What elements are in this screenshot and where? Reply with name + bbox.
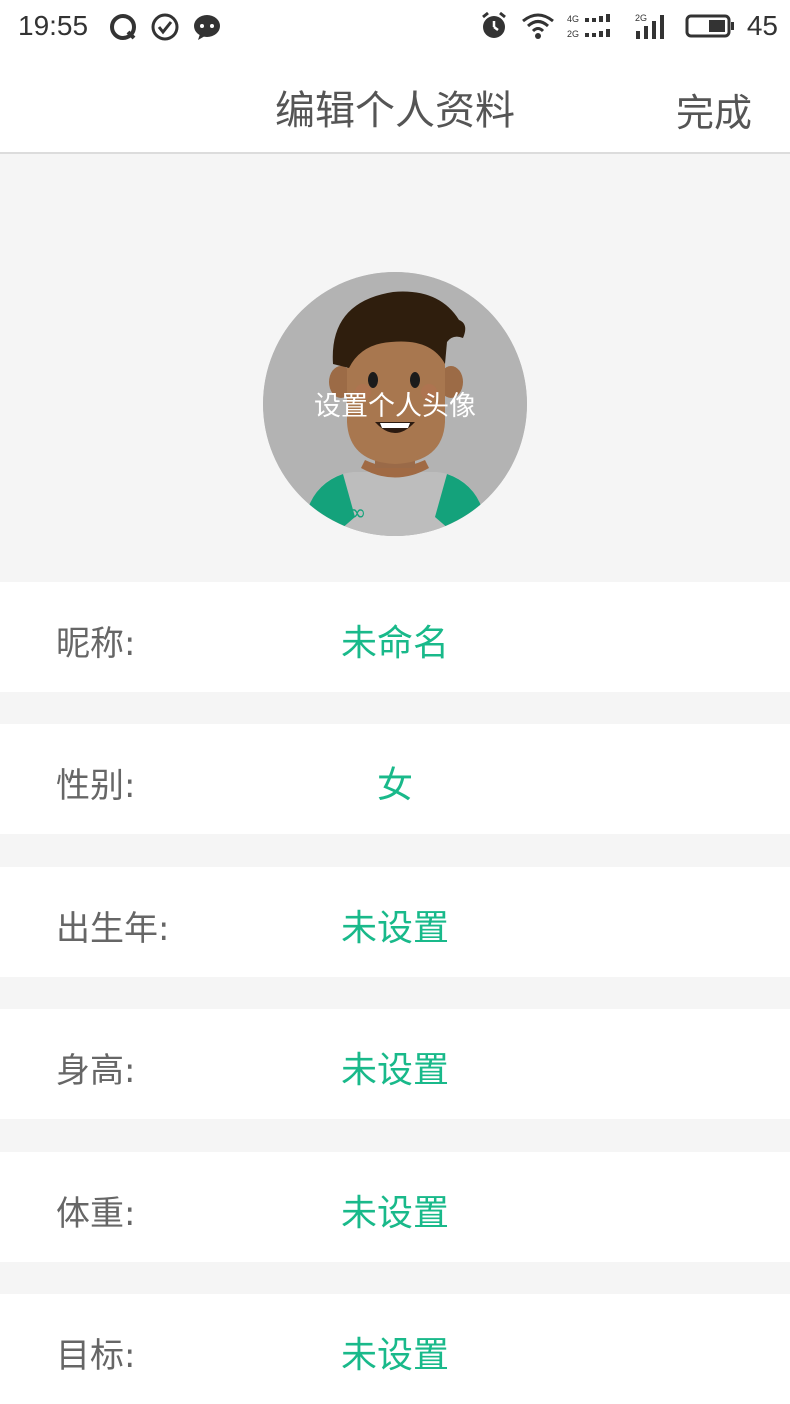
battery-icon	[685, 14, 734, 38]
gender-row[interactable]: 性别: 女	[0, 724, 790, 834]
nav-bar: 编辑个人资料 完成	[0, 56, 790, 154]
birth-year-row[interactable]: 出生年: 未设置	[0, 867, 790, 977]
height-row[interactable]: 身高: 未设置	[0, 1009, 790, 1119]
birth-year-value: 未设置	[340, 908, 449, 949]
q-app-icon	[110, 14, 136, 40]
avatar-label: 设置个人头像	[314, 391, 476, 422]
done-button[interactable]: 完成	[676, 82, 752, 137]
weight-value: 未设置	[340, 1193, 449, 1234]
goal-value: 未设置	[340, 1335, 449, 1376]
height-value: 未设置	[340, 1050, 449, 1091]
weight-row[interactable]: 体重: 未设置	[0, 1152, 790, 1262]
avatar[interactable]: ∞ 设置个人头像	[263, 272, 527, 536]
goal-row[interactable]: 目标: 未设置	[0, 1294, 790, 1404]
page-title: 编辑个人资料	[275, 88, 515, 134]
avatar-section: ∞ 设置个人头像	[0, 154, 790, 580]
network-type-secondary: 2G	[635, 13, 647, 23]
wechat-icon	[194, 15, 220, 40]
network-type-bottom: 2G	[567, 29, 579, 39]
wifi-icon	[521, 13, 554, 39]
check-circle-icon	[151, 13, 179, 41]
status-system-icons: 4G 2G 2G 45	[479, 10, 778, 42]
battery-percentage: 45	[746, 10, 778, 41]
network-type-top: 4G	[567, 14, 579, 24]
status-notification-icons	[108, 12, 222, 42]
alarm-clock-icon	[481, 11, 506, 38]
cellular-signal-icon: 4G 2G	[567, 14, 610, 39]
nickname-value: 未命名	[340, 623, 449, 664]
gender-value: 女	[376, 765, 413, 806]
status-time: 19:55	[18, 10, 89, 41]
secondary-signal-icon: 2G	[635, 13, 664, 39]
status-bar: 19:55 4G 2G 2G 45	[0, 0, 790, 56]
nickname-row[interactable]: 昵称: 未命名	[0, 582, 790, 692]
svg-text:∞: ∞	[348, 501, 366, 526]
